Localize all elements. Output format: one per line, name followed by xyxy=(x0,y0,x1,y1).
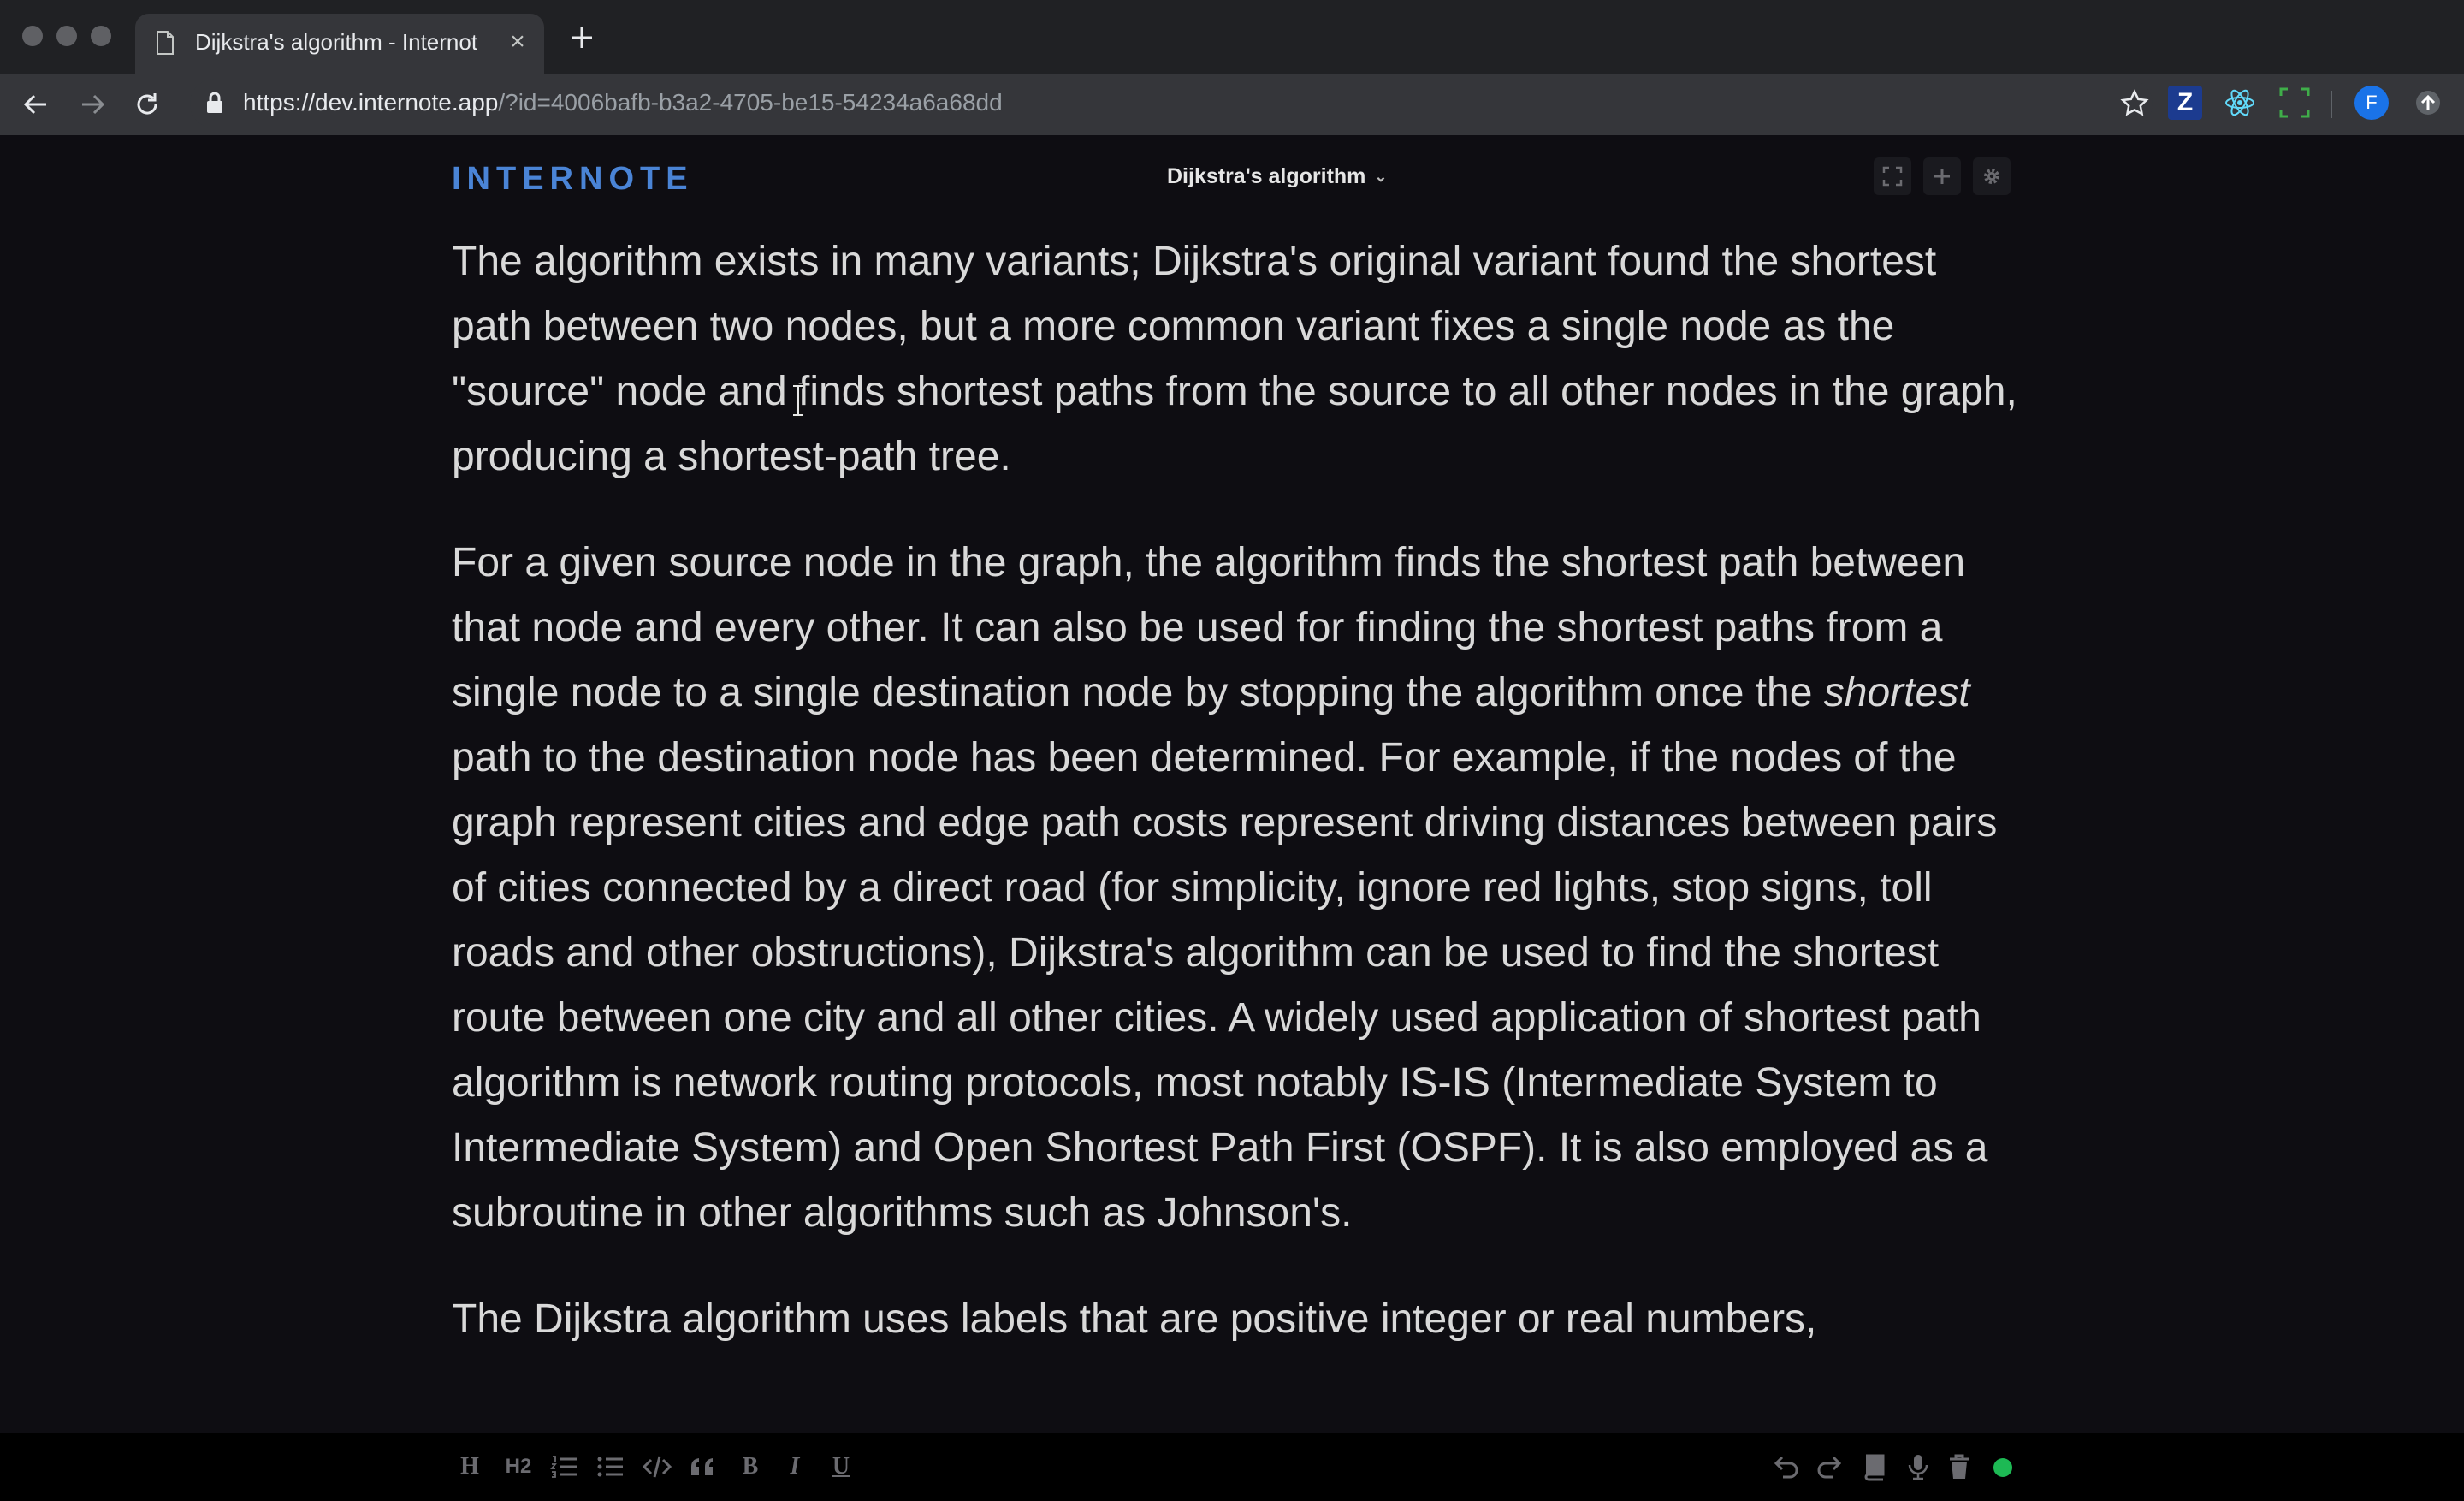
book-icon[interactable] xyxy=(1860,1451,1891,1482)
url-path: /?id=4006bafb-b3a2-4705-be15-54234a6a68d… xyxy=(498,89,1003,116)
tab-title: Dijkstra's algorithm - Internote xyxy=(195,29,477,55)
note-editor[interactable]: The algorithm exists in many variants; D… xyxy=(452,229,2017,1393)
fullscreen-button[interactable] xyxy=(1874,157,1911,195)
editor-toolbar: H H2 B I U xyxy=(0,1433,2464,1501)
plus-icon xyxy=(1934,169,1950,184)
close-window-button[interactable] xyxy=(22,26,43,46)
new-tab-icon[interactable] xyxy=(568,24,595,51)
internote-app: INTERNOTE Dijkstra's algorithm ⌄ The algo… xyxy=(0,135,2464,1433)
underline-button[interactable]: U xyxy=(830,1451,852,1482)
reload-icon[interactable] xyxy=(132,89,163,120)
emphasis-shortest: shortest xyxy=(1823,670,1970,715)
screenshot-extension-icon[interactable] xyxy=(2277,86,2312,120)
text-cursor-icon xyxy=(793,383,803,418)
maximize-window-button[interactable] xyxy=(91,26,111,46)
settings-button[interactable] xyxy=(1973,157,2011,195)
paragraph-3: The Dijkstra algorithm uses labels that … xyxy=(452,1296,1817,1342)
browser-tab[interactable]: Dijkstra's algorithm - Internote × xyxy=(135,14,544,74)
address-bar[interactable]: https://dev.internote.app/?id=4006bafb-b… xyxy=(190,79,2153,128)
quote-icon[interactable] xyxy=(688,1451,719,1482)
url-text: https://dev.internote.app/?id=4006bafb-b… xyxy=(243,89,1003,116)
minimize-window-button[interactable] xyxy=(56,26,77,46)
react-devtools-icon[interactable] xyxy=(2223,86,2257,120)
connection-status-indicator xyxy=(1993,1458,2012,1477)
ordered-list-icon[interactable] xyxy=(549,1451,580,1482)
bold-button[interactable]: B xyxy=(739,1451,761,1482)
lock-icon xyxy=(207,92,222,113)
new-note-button[interactable] xyxy=(1923,157,1961,195)
microphone-icon[interactable] xyxy=(1903,1451,1934,1482)
fullscreen-icon xyxy=(1882,166,1903,187)
forward-icon[interactable] xyxy=(77,89,108,120)
redo-icon[interactable] xyxy=(1815,1451,1846,1482)
gear-icon xyxy=(1984,169,1999,184)
url-host: https://dev.internote.app xyxy=(243,89,499,116)
bookmark-star-icon[interactable] xyxy=(2120,89,2149,118)
heading-button[interactable]: H xyxy=(457,1451,483,1482)
heading2-button[interactable]: H2 xyxy=(501,1451,536,1482)
profile-avatar[interactable]: F xyxy=(2354,86,2389,120)
toolbar-divider xyxy=(2331,91,2332,118)
back-icon[interactable] xyxy=(21,89,51,120)
bullet-list-icon[interactable] xyxy=(595,1451,626,1482)
chevron-down-icon: ⌄ xyxy=(1374,168,1388,185)
code-icon[interactable] xyxy=(642,1451,672,1482)
update-arrow-icon[interactable] xyxy=(2411,86,2445,120)
app-logo[interactable]: INTERNOTE xyxy=(452,161,694,198)
italic-button[interactable]: I xyxy=(785,1451,804,1482)
note-title-dropdown[interactable]: Dijkstra's algorithm ⌄ xyxy=(1167,164,1388,189)
trash-icon[interactable] xyxy=(1944,1451,1975,1482)
paragraph-1: The algorithm exists in many variants; D… xyxy=(452,239,2017,479)
paragraph-2-text-a: For a given source node in the graph, th… xyxy=(452,540,1966,715)
undo-icon[interactable] xyxy=(1769,1451,1800,1482)
close-tab-icon[interactable]: × xyxy=(505,29,530,55)
document-icon xyxy=(157,31,174,55)
browser-tab-strip: Dijkstra's algorithm - Internote × xyxy=(0,0,2464,74)
paragraph-2: For a given source node in the graph, th… xyxy=(452,531,2017,1246)
paragraph-2-text-b: path to the destination node has been de… xyxy=(452,735,1998,1236)
z-extension-icon[interactable]: Z xyxy=(2168,86,2202,120)
browser-toolbar: https://dev.internote.app/?id=4006bafb-b… xyxy=(0,74,2464,135)
note-title: Dijkstra's algorithm xyxy=(1167,164,1366,188)
